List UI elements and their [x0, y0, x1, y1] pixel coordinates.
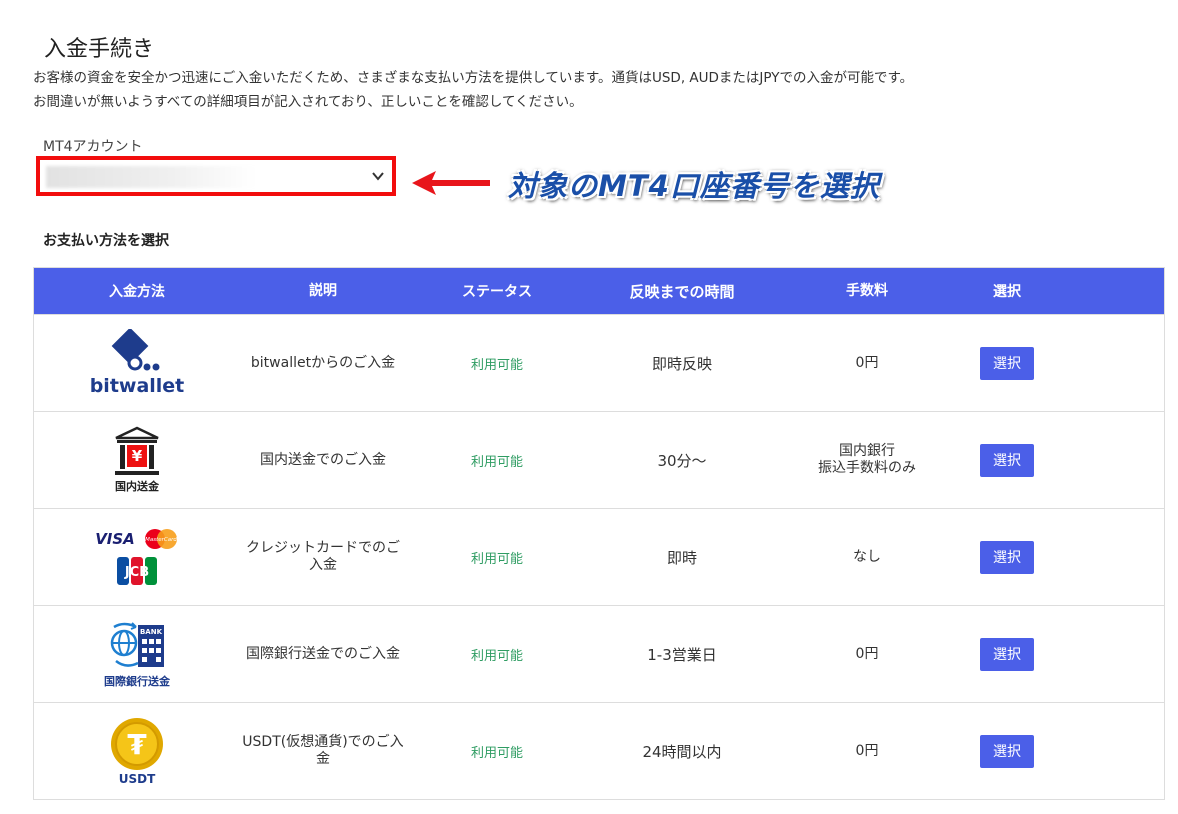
tether-coin-icon: ₮: [111, 718, 163, 770]
usdt-caption: USDT: [118, 772, 156, 786]
row-fee-line2: 振込手数料のみ: [818, 460, 916, 476]
usdt-logo: ₮ USDT: [34, 716, 240, 786]
table-row: BANK 国際銀行送金 国際銀行送金でのご入金 利用可能 1-3営業日 0円 選…: [34, 605, 1164, 702]
table-row: bitwallet bitwalletからのご入金 利用可能 即時反映 0円 選…: [34, 314, 1164, 411]
select-button-credit-card[interactable]: 選択: [980, 540, 1034, 574]
annotation-text: 対象のMT4口座番号を選択: [508, 169, 880, 203]
intro-line-2: お間違いが無いようすべての詳細項目が記入されており、正しいことを確認してください…: [33, 94, 583, 110]
row-time: 即時: [666, 548, 697, 567]
row-time: 1-3営業日: [647, 645, 717, 664]
intro-text: お客様の資金を安全かつ迅速にご入金いただくため、さまざまな支払い方法を提供してい…: [33, 66, 913, 114]
account-value-blurred: [46, 166, 256, 188]
domestic-transfer-logo: ¥ 国内送金: [34, 426, 240, 494]
row-status: 利用可能: [470, 357, 523, 373]
page-title: 入金手続き: [44, 36, 155, 62]
mt4-account-select[interactable]: [36, 156, 396, 196]
visa-logo: VISA: [95, 530, 135, 548]
header-time: 反映までの時間: [629, 282, 735, 301]
bank-building-icon: ¥: [115, 426, 159, 475]
bank-sign: BANK: [140, 628, 163, 636]
row-time: 24時間以内: [642, 742, 722, 761]
row-description: 国際銀行送金でのご入金: [246, 645, 400, 662]
header-fee: 手数料: [846, 282, 888, 299]
header-status: ステータス: [462, 284, 532, 300]
international-bank-caption: 国際銀行送金: [104, 675, 170, 688]
table-row: VISA MasterCard JCB クレジットカードでのご入金 利用可能 即…: [34, 508, 1164, 605]
row-status: 利用可能: [470, 745, 523, 761]
payment-method-label: お支払い方法を選択: [43, 233, 169, 249]
header-select: 選択: [993, 284, 1021, 300]
row-description: 国内送金でのご入金: [260, 451, 386, 468]
payment-methods-table: 入金方法 説明 ステータス 反映までの時間 手数料 選択 bitwallet b…: [33, 267, 1165, 800]
mt4-account-label: MT4アカウント: [43, 139, 143, 155]
international-bank-logo: BANK 国際銀行送金: [34, 619, 240, 689]
select-button-bitwallet[interactable]: 選択: [980, 346, 1034, 380]
bitwallet-wordmark: bitwallet: [89, 375, 185, 397]
mastercard-logo: MasterCard: [144, 529, 177, 549]
bitwallet-icon: [111, 329, 160, 371]
row-fee: なし: [853, 548, 881, 565]
red-arrow-icon: [412, 171, 490, 195]
select-button-domestic[interactable]: 選択: [980, 443, 1034, 477]
globe-bank-icon: BANK: [110, 622, 164, 667]
header-description: 説明: [309, 282, 337, 299]
row-fee: 0円: [855, 742, 879, 759]
domestic-transfer-caption: 国内送金: [115, 480, 159, 493]
row-status: 利用可能: [470, 648, 523, 664]
row-status: 利用可能: [470, 551, 523, 567]
svg-text:MasterCard: MasterCard: [145, 537, 177, 543]
row-fee-line1: 国内銀行: [839, 443, 895, 459]
table-header: 入金方法 説明 ステータス 反映までの時間 手数料 選択: [34, 268, 1164, 314]
row-time: 即時反映: [651, 354, 712, 373]
tether-glyph: ₮: [127, 728, 147, 761]
intro-line-1: お客様の資金を安全かつ迅速にご入金いただくため、さまざまな支払い方法を提供してい…: [33, 70, 914, 86]
row-fee: 0円: [855, 645, 879, 662]
row-description: USDT(仮想通貨)でのご入金: [242, 734, 404, 767]
yen-glyph: ¥: [132, 447, 143, 465]
chevron-down-icon: [372, 172, 384, 181]
table-row: ¥ 国内送金 国内送金でのご入金 利用可能 30分～ 国内銀行 振込手数料のみ …: [34, 411, 1164, 508]
table-row: ₮ USDT USDT(仮想通貨)でのご入金 利用可能 24時間以内 0円 選択: [34, 702, 1164, 799]
select-button-international[interactable]: 選択: [980, 637, 1034, 671]
credit-card-logos: VISA MasterCard JCB: [34, 528, 240, 586]
row-time: 30分～: [657, 451, 707, 470]
header-method: 入金方法: [109, 284, 165, 300]
row-description: bitwalletからのご入金: [250, 354, 396, 371]
row-status: 利用可能: [470, 454, 523, 470]
row-fee: 国内銀行 振込手数料のみ: [776, 443, 958, 477]
jcb-logo: JCB: [116, 557, 157, 585]
select-button-usdt[interactable]: 選択: [980, 734, 1034, 768]
bitwallet-logo: bitwallet: [34, 329, 240, 397]
row-description: クレジットカードでのご入金: [246, 540, 400, 573]
svg-text:JCB: JCB: [124, 565, 149, 580]
row-fee: 0円: [855, 354, 879, 371]
